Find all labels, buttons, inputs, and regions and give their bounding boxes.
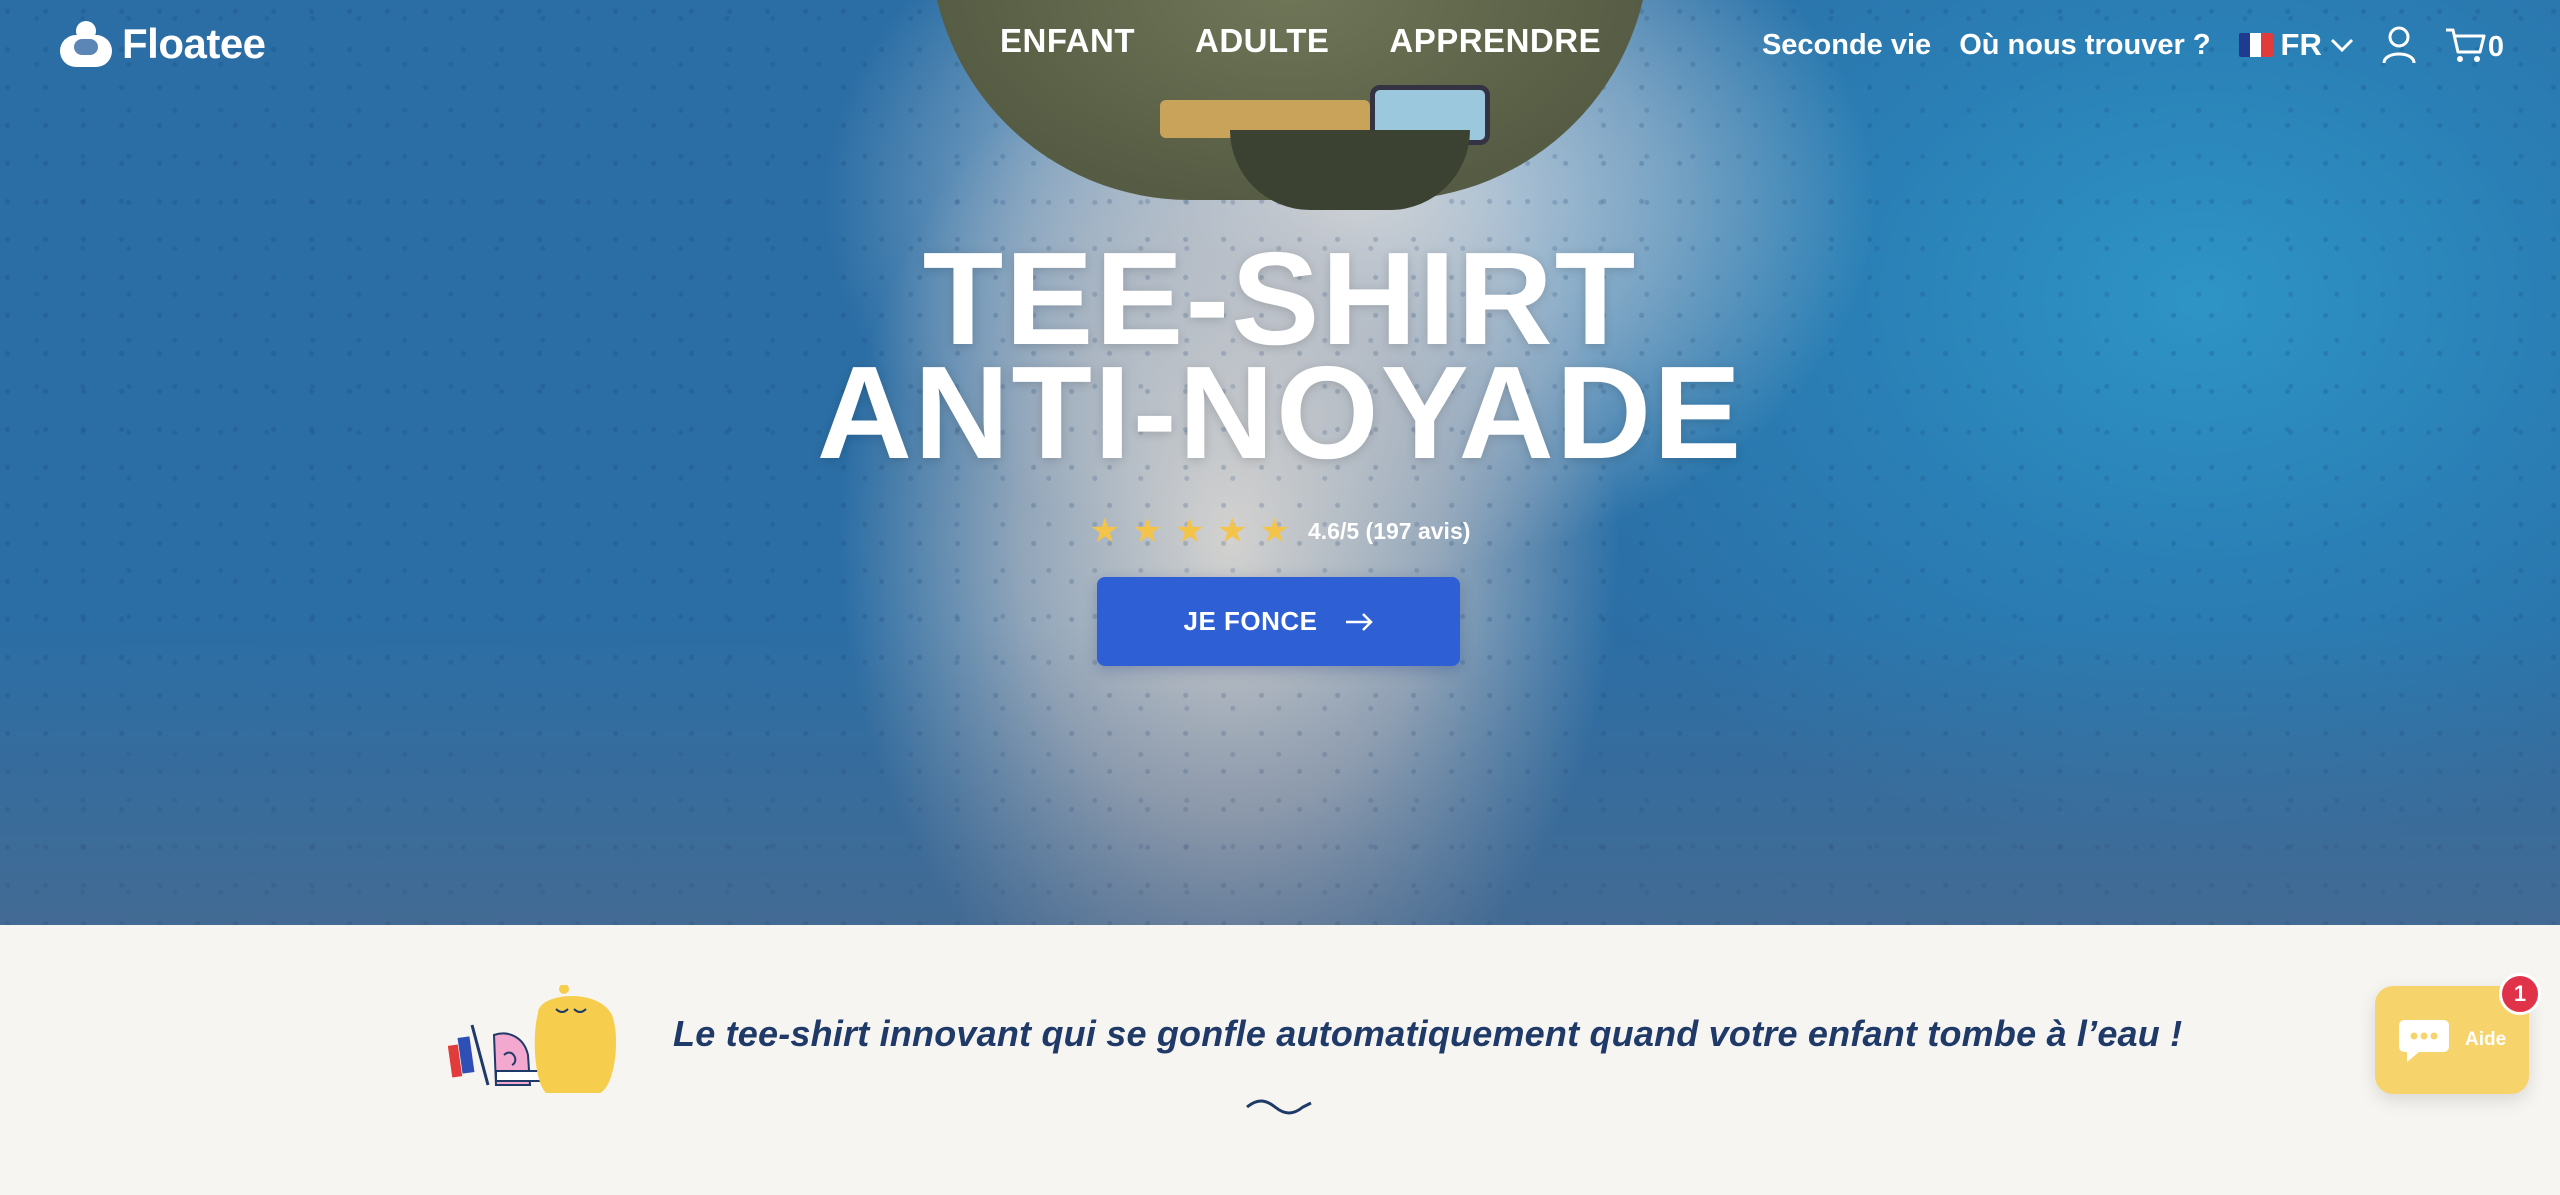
cta-label: JE FONCE <box>1183 606 1318 636</box>
arrow-right-icon <box>1345 612 1373 631</box>
chat-icon <box>2399 1020 2449 1062</box>
star-icon: ★ <box>1089 512 1121 550</box>
floatee-logo-icon <box>60 21 112 67</box>
brand-name: Floatee <box>122 20 266 67</box>
cart-button[interactable]: 0 <box>2444 26 2504 64</box>
rating-summary[interactable]: ★ ★ ★ ★ ★ 4.6/5 (197 avis) <box>0 514 2560 548</box>
nav-item-apprendre[interactable]: APPRENDRE <box>1389 22 1601 60</box>
nav-item-enfant[interactable]: ENFANT <box>1000 22 1135 60</box>
rating-text: 4.6/5 (197 avis) <box>1308 517 1471 544</box>
star-icon: ★ <box>1174 512 1206 550</box>
rating-stars: ★ ★ ★ ★ ★ <box>1090 514 1290 548</box>
hero-title-line-2: ANTI-NOYADE <box>816 339 1744 486</box>
cta-button[interactable]: JE FONCE <box>1097 577 1460 666</box>
account-icon[interactable] <box>2382 26 2416 64</box>
intro-section: Le tee-shirt innovant qui se gonfle auto… <box>0 925 2560 1195</box>
chat-label: Aide <box>2465 1029 2507 1050</box>
chevron-down-icon <box>2330 38 2353 53</box>
brand-logo[interactable]: Floatee <box>60 20 266 68</box>
nav-item-store-locator[interactable]: Où nous trouver ? <box>1959 29 2210 62</box>
nav-item-seconde-vie[interactable]: Seconde vie <box>1762 29 1931 62</box>
chat-notification-badge: 1 <box>2499 973 2541 1015</box>
cart-count: 0 <box>2487 31 2504 63</box>
intro-tagline: Le tee-shirt innovant qui se gonfle auto… <box>673 1013 2183 1054</box>
star-icon: ★ <box>1132 512 1163 550</box>
site-header: Floatee ENFANT ADULTE APPRENDRE Seconde … <box>0 0 2560 90</box>
mascot-illustration <box>448 985 616 1093</box>
nav-item-adulte[interactable]: ADULTE <box>1195 22 1329 60</box>
cart-icon <box>2445 28 2486 62</box>
language-selector[interactable]: FR <box>2238 27 2354 63</box>
wave-icon <box>1246 1099 1312 1115</box>
star-icon: ★ <box>1259 512 1290 550</box>
main-nav: ENFANT ADULTE APPRENDRE <box>1000 22 1601 60</box>
star-icon: ★ <box>1217 512 1248 550</box>
flag-fr-icon <box>2238 33 2273 57</box>
secondary-nav: Seconde vie Où nous trouver ? FR 0 <box>1762 26 2504 64</box>
hero-title: TEE-SHIRT ANTI-NOYADE <box>0 233 2560 486</box>
language-label: FR <box>2280 27 2322 62</box>
